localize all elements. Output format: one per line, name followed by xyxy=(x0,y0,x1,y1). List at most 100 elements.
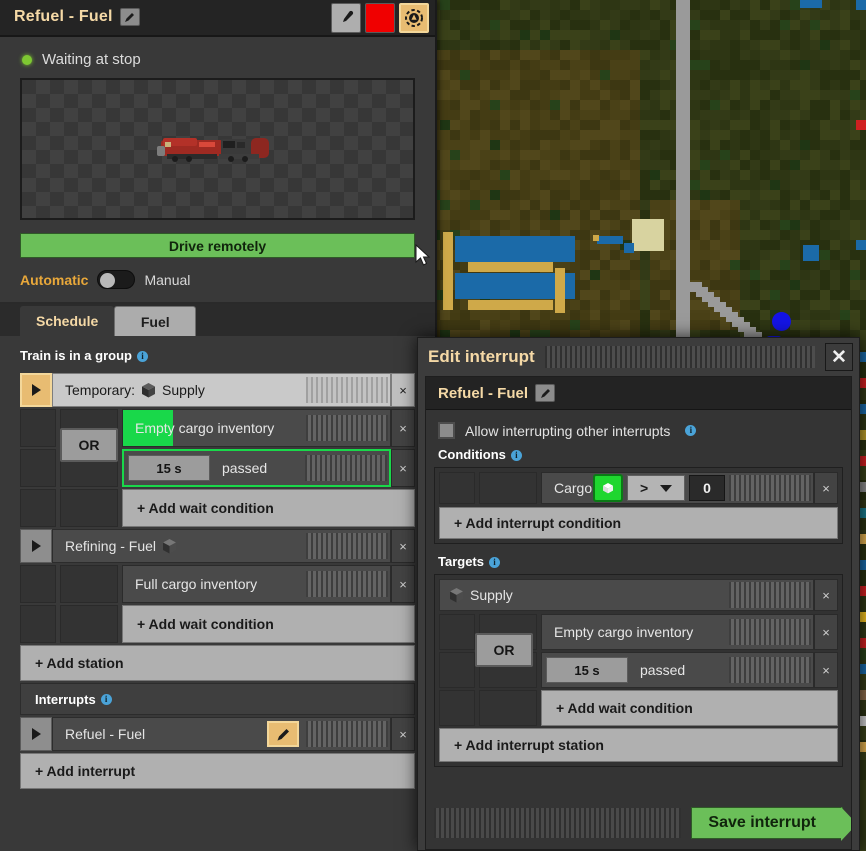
close-icon: × xyxy=(822,480,830,496)
comparator-dropdown[interactable]: > xyxy=(627,475,685,501)
condition-slot-a[interactable] xyxy=(20,489,56,527)
condition-value-field[interactable]: 0 xyxy=(689,475,725,501)
condition-slot-a[interactable] xyxy=(439,472,475,504)
train-preview[interactable] xyxy=(20,78,415,220)
target-drag-handle[interactable] xyxy=(729,582,811,608)
add-interrupt-button[interactable]: + Add interrupt xyxy=(20,753,415,789)
add-wait-condition-row[interactable]: + Add wait condition xyxy=(20,489,415,527)
condition-drag-handle[interactable] xyxy=(306,571,388,597)
allow-interrupting-row[interactable]: Allow interrupting other interrupts i xyxy=(434,420,843,447)
interrupt-rename-pencil-icon[interactable] xyxy=(535,384,556,402)
add-wait-condition-button[interactable]: + Add wait condition xyxy=(122,489,415,527)
target-delete-button[interactable]: × xyxy=(814,579,838,611)
info-icon[interactable]: i xyxy=(100,693,112,705)
condition-bar[interactable]: 15 s passed xyxy=(541,652,814,688)
condition-delete-button[interactable]: × xyxy=(814,472,838,504)
train-group-notice-label: Train is in a group xyxy=(20,348,132,363)
rename-pencil-icon[interactable] xyxy=(119,8,140,27)
station-name-bar[interactable]: Refining - Fuel xyxy=(52,529,391,563)
condition-slot-a[interactable] xyxy=(20,605,56,643)
add-interrupt-condition-button[interactable]: + Add interrupt condition xyxy=(439,507,838,539)
condition-slot-a[interactable] xyxy=(439,690,475,726)
condition-delete-button[interactable]: × xyxy=(814,652,838,688)
info-icon[interactable]: i xyxy=(136,351,148,362)
or-button[interactable]: OR xyxy=(475,633,533,667)
station-delete-button[interactable]: × xyxy=(391,529,415,563)
schedule-list: Temporary: Supply × OR Empty cargo inven… xyxy=(20,373,415,643)
condition-slot-a[interactable] xyxy=(20,565,56,603)
station-drag-handle[interactable] xyxy=(306,377,388,403)
drive-remotely-button[interactable]: Drive remotely xyxy=(20,233,415,258)
condition-delete-button[interactable]: × xyxy=(391,565,415,603)
condition-delete-button[interactable]: × xyxy=(814,614,838,650)
condition-bar[interactable]: Empty cargo inventory xyxy=(122,409,391,447)
automatic-manual-toggle[interactable] xyxy=(97,270,136,289)
or-button[interactable]: OR xyxy=(60,428,118,462)
interrupt-delete-button[interactable]: × xyxy=(391,717,415,751)
train-locate-button[interactable] xyxy=(399,2,429,33)
wait-condition-row[interactable]: Full cargo inventory × xyxy=(20,565,415,603)
train-color-swatch[interactable] xyxy=(365,2,395,33)
condition-time-button[interactable]: 15 s xyxy=(128,455,210,481)
condition-slot-a[interactable] xyxy=(439,652,475,688)
interrupt-row[interactable]: Refuel - Fuel × xyxy=(20,717,415,751)
condition-bar[interactable]: Cargo > 0 xyxy=(541,472,814,504)
signal-everything-button[interactable] xyxy=(593,474,623,502)
condition-slot-b[interactable] xyxy=(479,690,537,726)
close-icon: × xyxy=(399,726,407,742)
condition-time-label: 15 s xyxy=(156,460,182,476)
target-station-row[interactable]: Supply × xyxy=(439,579,838,611)
add-wait-condition-button[interactable]: + Add wait condition xyxy=(541,690,838,726)
add-wait-condition-row[interactable]: + Add wait condition xyxy=(439,690,838,726)
station-delete-button[interactable]: × xyxy=(391,373,415,407)
allow-interrupting-checkbox[interactable] xyxy=(438,422,455,439)
condition-drag-handle[interactable] xyxy=(305,455,387,481)
dialog-drag-handle[interactable] xyxy=(544,346,815,368)
interrupt-condition-row[interactable]: Cargo > 0 × xyxy=(439,472,838,504)
status-dot-icon xyxy=(22,54,32,65)
condition-slot-a[interactable] xyxy=(439,614,475,650)
condition-slot-a[interactable] xyxy=(20,409,56,447)
condition-slot-b[interactable] xyxy=(479,472,537,504)
condition-delete-button[interactable]: × xyxy=(391,409,415,447)
cube-icon xyxy=(142,382,156,397)
condition-slot-b[interactable] xyxy=(60,605,118,643)
condition-time-button[interactable]: 15 s xyxy=(546,657,628,683)
condition-delete-button[interactable]: × xyxy=(391,449,415,487)
schedule-station-row[interactable]: Temporary: Supply × xyxy=(20,373,415,407)
schedule-station-row[interactable]: Refining - Fuel × xyxy=(20,529,415,563)
station-play-button[interactable] xyxy=(20,373,52,407)
interrupt-name-bar[interactable]: Refuel - Fuel xyxy=(52,717,391,751)
condition-drag-handle[interactable] xyxy=(306,415,388,441)
dialog-bottom-grip[interactable] xyxy=(434,808,682,838)
station-play-button[interactable] xyxy=(20,529,52,563)
station-drag-handle[interactable] xyxy=(306,533,388,559)
info-icon[interactable]: i xyxy=(685,425,697,436)
interrupt-edit-button[interactable] xyxy=(267,721,299,747)
add-interrupt-station-button[interactable]: + Add interrupt station xyxy=(439,728,838,762)
tab-fuel[interactable]: Fuel xyxy=(114,306,197,336)
add-wait-condition-row[interactable]: + Add wait condition xyxy=(20,605,415,643)
condition-bar[interactable]: 15 s passed xyxy=(122,449,391,487)
add-wait-condition-button[interactable]: + Add wait condition xyxy=(122,605,415,643)
add-station-button[interactable]: + Add station xyxy=(20,645,415,681)
interrupt-drag-handle[interactable] xyxy=(306,721,388,747)
target-station-bar[interactable]: Supply xyxy=(439,579,814,611)
condition-slot-b[interactable] xyxy=(60,565,118,603)
info-icon[interactable]: i xyxy=(510,450,522,461)
save-interrupt-button[interactable]: Save interrupt xyxy=(691,807,851,841)
color-picker-button[interactable] xyxy=(331,2,361,33)
station-name-bar[interactable]: Temporary: Supply xyxy=(52,373,391,407)
condition-drag-handle[interactable] xyxy=(729,619,811,645)
interrupt-play-button[interactable] xyxy=(20,717,52,751)
condition-bar[interactable]: Full cargo inventory xyxy=(122,565,391,603)
condition-slot-b[interactable] xyxy=(60,489,118,527)
condition-slot-a[interactable] xyxy=(20,449,56,487)
info-icon[interactable]: i xyxy=(489,557,500,568)
condition-bar[interactable]: Empty cargo inventory xyxy=(541,614,814,650)
condition-drag-handle[interactable] xyxy=(729,657,811,683)
condition-drag-handle[interactable] xyxy=(729,475,811,501)
dialog-close-button[interactable]: ✕ xyxy=(825,343,853,371)
play-icon xyxy=(31,728,41,740)
tab-schedule[interactable]: Schedule xyxy=(20,306,115,336)
